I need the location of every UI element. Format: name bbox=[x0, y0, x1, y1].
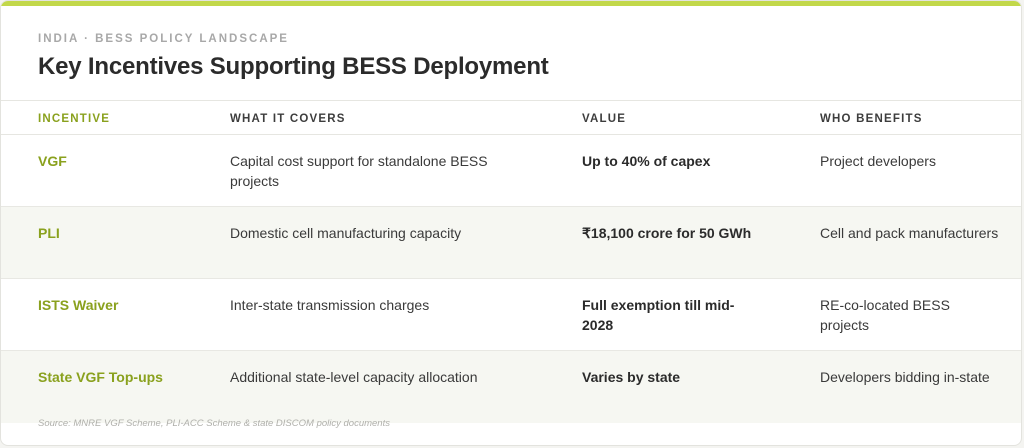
incentive-name: PLI bbox=[38, 225, 60, 241]
incentive-name: VGF bbox=[38, 153, 67, 169]
incentive-beneficiary: Cell and pack manufacturers bbox=[820, 225, 999, 241]
table-header-row: INCENTIVE WHAT IT COVERS VALUE WHO BENEF… bbox=[1, 100, 1021, 135]
column-header-what-it-covers: WHAT IT COVERS bbox=[230, 113, 346, 125]
page-title: Key Incentives Supporting BESS Deploymen… bbox=[38, 53, 549, 80]
incentive-beneficiary: Developers bidding in-state bbox=[820, 369, 990, 385]
incentive-coverage: Additional state-level capacity allocati… bbox=[230, 369, 478, 385]
column-header-incentive: INCENTIVE bbox=[38, 113, 111, 125]
incentive-value: ₹18,100 crore for 50 GWh bbox=[582, 225, 752, 241]
incentive-name: State VGF Top-ups bbox=[38, 369, 163, 385]
incentives-card: INDIA · BESS POLICY LANDSCAPE Key Incent… bbox=[0, 0, 1022, 446]
accent-top-bar bbox=[1, 1, 1021, 6]
incentive-value: Up to 40% of capex bbox=[582, 153, 711, 169]
column-header-who-benefits: WHO BENEFITS bbox=[820, 113, 923, 125]
incentive-beneficiary: Project developers bbox=[820, 153, 936, 169]
incentive-coverage: Inter-state transmission charges bbox=[230, 297, 430, 313]
source-note: Source: MNRE VGF Scheme, PLI-ACC Scheme … bbox=[38, 418, 390, 429]
incentive-value: Varies by state bbox=[582, 369, 681, 385]
incentive-beneficiary: RE-co-located BESS projects bbox=[820, 297, 950, 333]
eyebrow-label: INDIA · BESS POLICY LANDSCAPE bbox=[38, 33, 289, 45]
incentive-name: ISTS Waiver bbox=[38, 297, 119, 313]
table-row: ISTS Waiver Inter-state transmission cha… bbox=[1, 279, 1021, 351]
column-header-value: VALUE bbox=[582, 113, 627, 125]
table-row: State VGF Top-ups Additional state-level… bbox=[1, 351, 1021, 423]
incentive-coverage: Capital cost support for standalone BESS… bbox=[230, 153, 488, 189]
incentive-coverage: Domestic cell manufacturing capacity bbox=[230, 225, 462, 241]
incentive-value: Full exemption till mid-2028 bbox=[582, 297, 735, 333]
table-row: VGF Capital cost support for standalone … bbox=[1, 135, 1021, 207]
table-row: PLI Domestic cell manufacturing capacity… bbox=[1, 207, 1021, 279]
